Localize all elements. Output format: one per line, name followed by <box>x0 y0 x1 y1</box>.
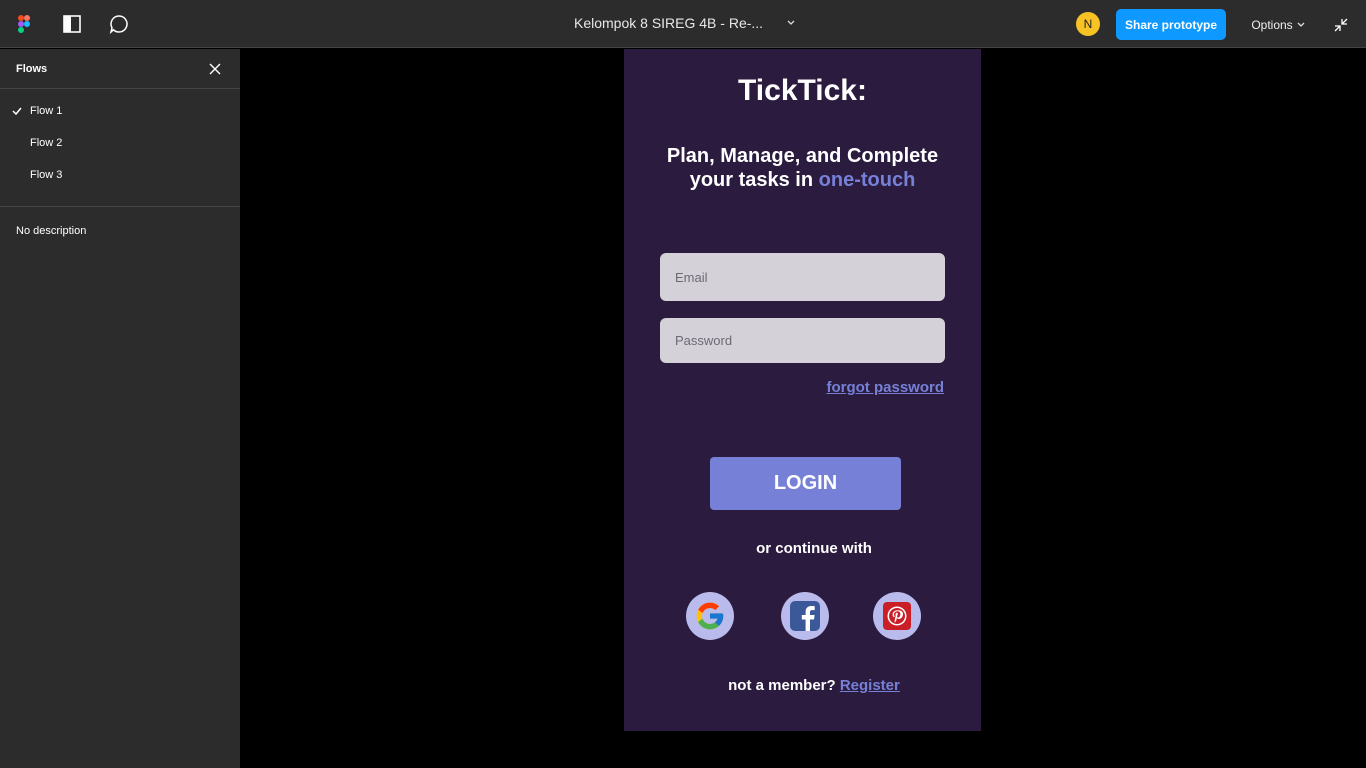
options-button[interactable]: Options <box>1242 9 1314 40</box>
checkmark-icon <box>11 105 23 117</box>
register-prompt: not a member? Register <box>624 677 1004 694</box>
flows-sidebar: Flows Flow 1 Flow 2 Flow 3 No descriptio… <box>0 49 240 768</box>
forgot-password-link[interactable]: forgot password <box>826 379 944 396</box>
flow-label: Flow 1 <box>30 105 63 117</box>
register-prefix: not a member? <box>728 677 840 694</box>
flow-item-1[interactable]: Flow 1 <box>0 95 240 127</box>
options-label: Options <box>1251 17 1293 32</box>
avatar[interactable]: N <box>1076 12 1100 36</box>
google-icon <box>696 602 724 630</box>
tagline-line-2: your tasks in one-touch <box>624 168 981 192</box>
flow-description: No description <box>16 225 87 237</box>
flow-label: Flow 2 <box>30 137 63 149</box>
pinterest-login-button[interactable] <box>873 592 921 640</box>
login-screen-frame: TickTick: Plan, Manage, and Complete you… <box>624 49 981 731</box>
sidebar-title: Flows <box>16 62 48 75</box>
sidebar-header: Flows <box>0 49 240 89</box>
facebook-login-button[interactable] <box>781 592 829 640</box>
flow-list: Flow 1 Flow 2 Flow 3 <box>0 89 240 207</box>
flow-label: Flow 3 <box>30 169 63 181</box>
file-title[interactable]: Kelompok 8 SIREG 4B - Re-... <box>574 15 763 31</box>
share-prototype-button[interactable]: Share prototype <box>1116 9 1226 40</box>
tagline-line-1: Plan, Manage, and Complete <box>666 145 939 167</box>
app-title: TickTick: <box>738 74 867 107</box>
tagline-accent: one-touch <box>818 169 916 191</box>
collapse-icon[interactable] <box>1330 14 1352 36</box>
login-button[interactable]: LOGIN <box>710 457 901 510</box>
google-login-button[interactable] <box>686 592 734 640</box>
facebook-icon <box>790 601 820 631</box>
register-link[interactable]: Register <box>840 677 900 694</box>
tagline-prefix: your tasks in <box>689 169 819 191</box>
tagline: Plan, Manage, and Complete your tasks in… <box>624 144 981 192</box>
password-field[interactable] <box>660 318 945 363</box>
flow-item-3[interactable]: Flow 3 <box>0 159 240 191</box>
flow-item-2[interactable]: Flow 2 <box>0 127 240 159</box>
email-field[interactable] <box>660 253 945 301</box>
chevron-down-icon[interactable] <box>783 14 799 32</box>
comment-icon[interactable] <box>107 12 131 36</box>
continue-with-label: or continue with <box>756 540 872 557</box>
chevron-down-icon <box>1297 22 1305 27</box>
panel-toggle-icon[interactable] <box>60 12 84 36</box>
pinterest-icon <box>883 602 911 630</box>
close-icon[interactable] <box>206 60 224 78</box>
figma-logo-icon[interactable] <box>12 12 36 36</box>
top-toolbar: Kelompok 8 SIREG 4B - Re-... N Share pro… <box>0 0 1366 48</box>
